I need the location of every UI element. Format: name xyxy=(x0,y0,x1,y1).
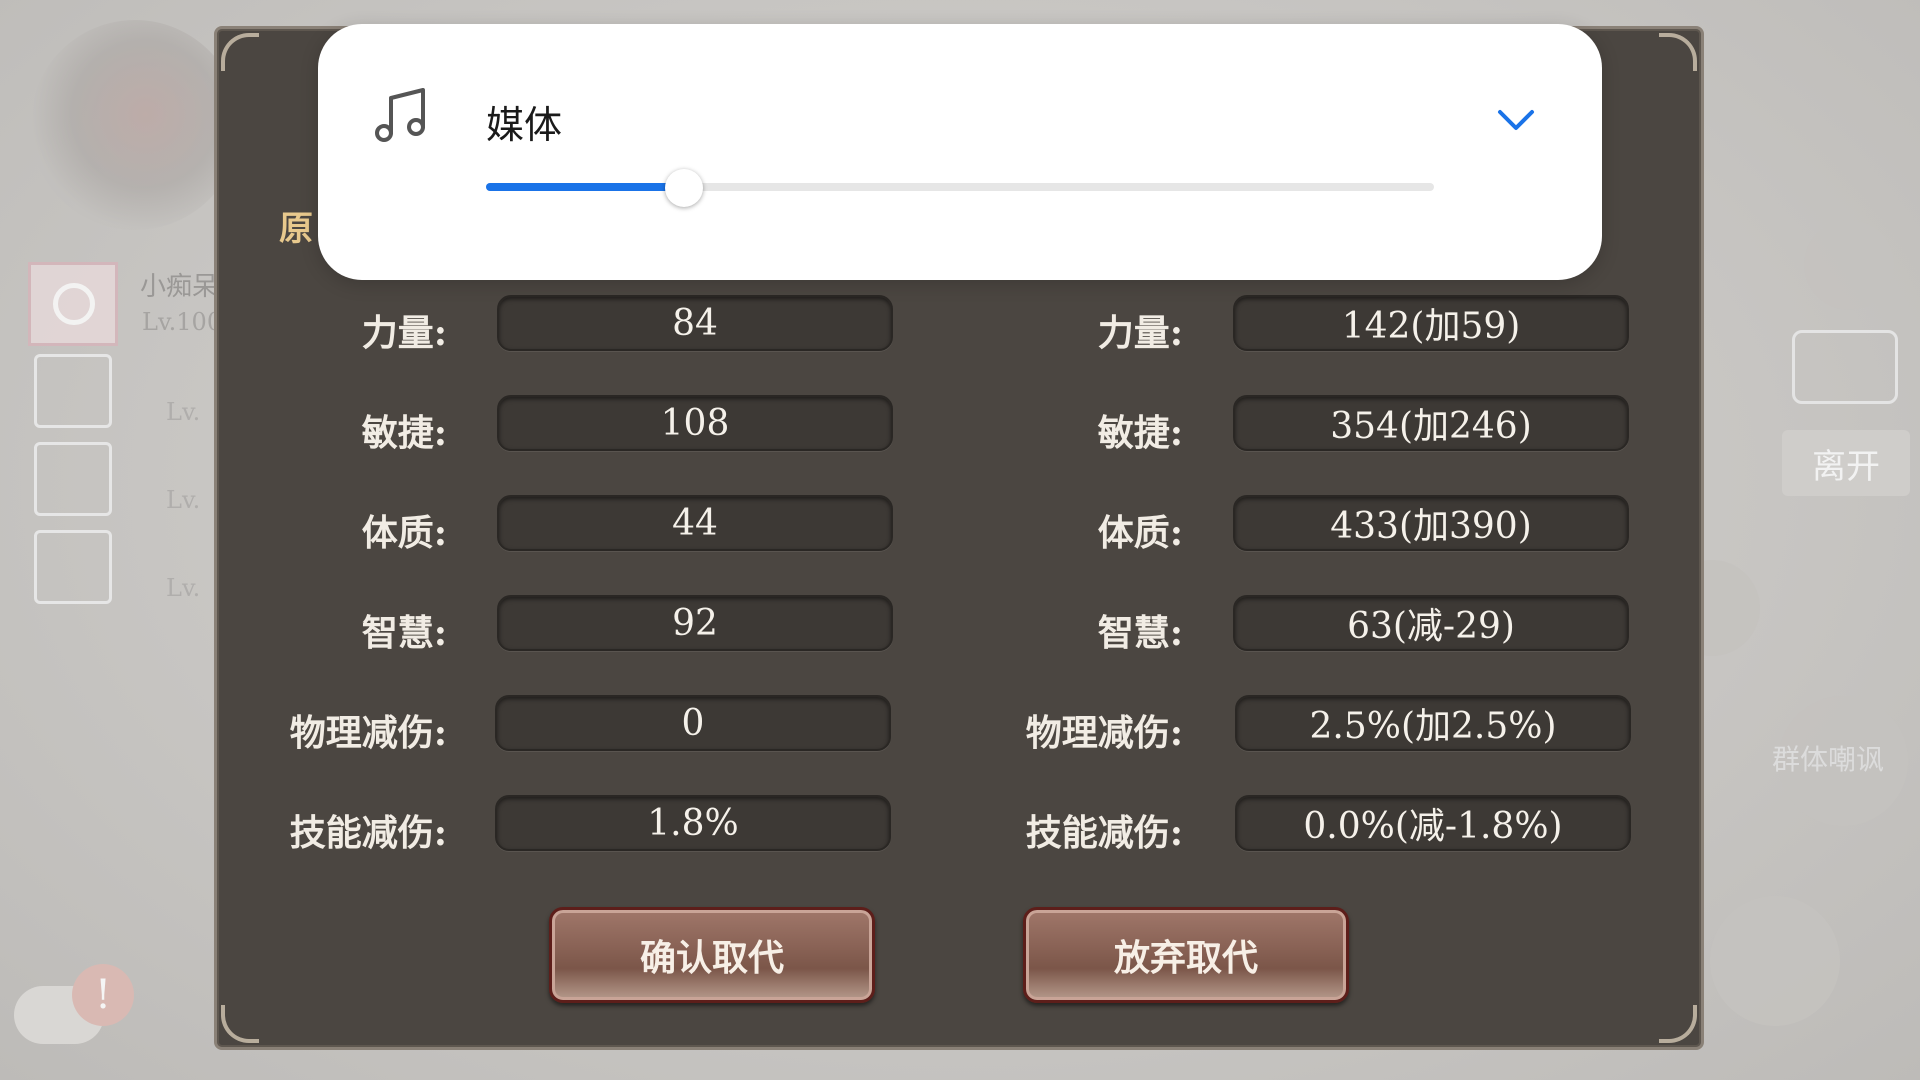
new-stat-label-strength: 力量: xyxy=(1097,312,1183,354)
new-stat-value-skill-reduction: 0.0%(减-1.8%) xyxy=(1235,795,1631,851)
player-avatar xyxy=(28,262,118,346)
stat-value-skill-reduction: 1.8% xyxy=(495,795,891,851)
party-slot[interactable] xyxy=(34,354,112,428)
stat-value-wisdom: 92 xyxy=(497,595,893,651)
volume-slider-track[interactable] xyxy=(486,183,1434,191)
party-slot-level: Lv. xyxy=(166,398,201,426)
frame-corner xyxy=(221,33,259,71)
group-taunt-label: 群体嘲讽 xyxy=(1772,743,1885,776)
volume-slider-thumb[interactable] xyxy=(665,169,703,207)
new-stat-value-strength: 142(加59) xyxy=(1233,295,1629,351)
party-slot-level: Lv. xyxy=(166,574,201,602)
party-slot[interactable] xyxy=(34,442,112,516)
party-slot[interactable] xyxy=(34,530,112,604)
new-stat-label-skill-reduction: 技能减伤: xyxy=(1025,812,1183,854)
new-stat-label-constitution: 体质: xyxy=(1097,512,1183,554)
stat-label-wisdom: 智慧: xyxy=(361,612,447,654)
new-stat-value-wisdom: 63(减-29) xyxy=(1233,595,1629,651)
new-stat-label-physical-reduction: 物理减伤: xyxy=(1025,712,1183,754)
chevron-down-icon[interactable] xyxy=(1496,100,1536,140)
frame-corner xyxy=(1659,33,1697,71)
stat-label-agility: 敏捷: xyxy=(361,412,447,454)
party-slot-level: Lv. xyxy=(166,486,201,514)
skill-button[interactable] xyxy=(1804,220,1894,310)
new-stat-label-wisdom: 智慧: xyxy=(1097,612,1183,654)
new-stat-value-physical-reduction: 2.5%(加2.5%) xyxy=(1235,695,1631,751)
original-attributes-heading: 原 xyxy=(279,209,313,249)
chat-icon[interactable] xyxy=(1792,330,1898,404)
volume-slider-fill xyxy=(486,183,684,191)
confirm-replace-button[interactable]: 确认取代 xyxy=(549,907,875,1003)
stat-value-agility: 108 xyxy=(497,395,893,451)
new-stat-value-agility: 354(加246) xyxy=(1233,395,1629,451)
character-portrait xyxy=(30,20,240,230)
stat-value-constitution: 44 xyxy=(497,495,893,551)
cancel-replace-button[interactable]: 放弃取代 xyxy=(1023,907,1349,1003)
stat-label-skill-reduction: 技能减伤: xyxy=(289,812,447,854)
stat-value-strength: 84 xyxy=(497,295,893,351)
stat-value-physical-reduction: 0 xyxy=(495,695,891,751)
attack-button[interactable] xyxy=(1710,896,1840,1026)
frame-corner xyxy=(1659,1005,1697,1043)
stat-label-strength: 力量: xyxy=(361,312,447,354)
new-stat-value-constitution: 433(加390) xyxy=(1233,495,1629,551)
media-volume-panel: 媒体 xyxy=(318,24,1602,280)
volume-stream-title: 媒体 xyxy=(486,103,563,147)
music-note-icon xyxy=(375,88,425,142)
avatar-emblem-icon xyxy=(53,283,95,325)
stat-label-physical-reduction: 物理减伤: xyxy=(289,712,447,754)
new-stat-label-agility: 敏捷: xyxy=(1097,412,1183,454)
alert-icon[interactable]: ! xyxy=(72,964,134,1026)
stat-label-constitution: 体质: xyxy=(361,512,447,554)
frame-corner xyxy=(221,1005,259,1043)
leave-button[interactable]: 离开 xyxy=(1782,430,1910,496)
player-level: Lv.100 xyxy=(142,308,223,336)
